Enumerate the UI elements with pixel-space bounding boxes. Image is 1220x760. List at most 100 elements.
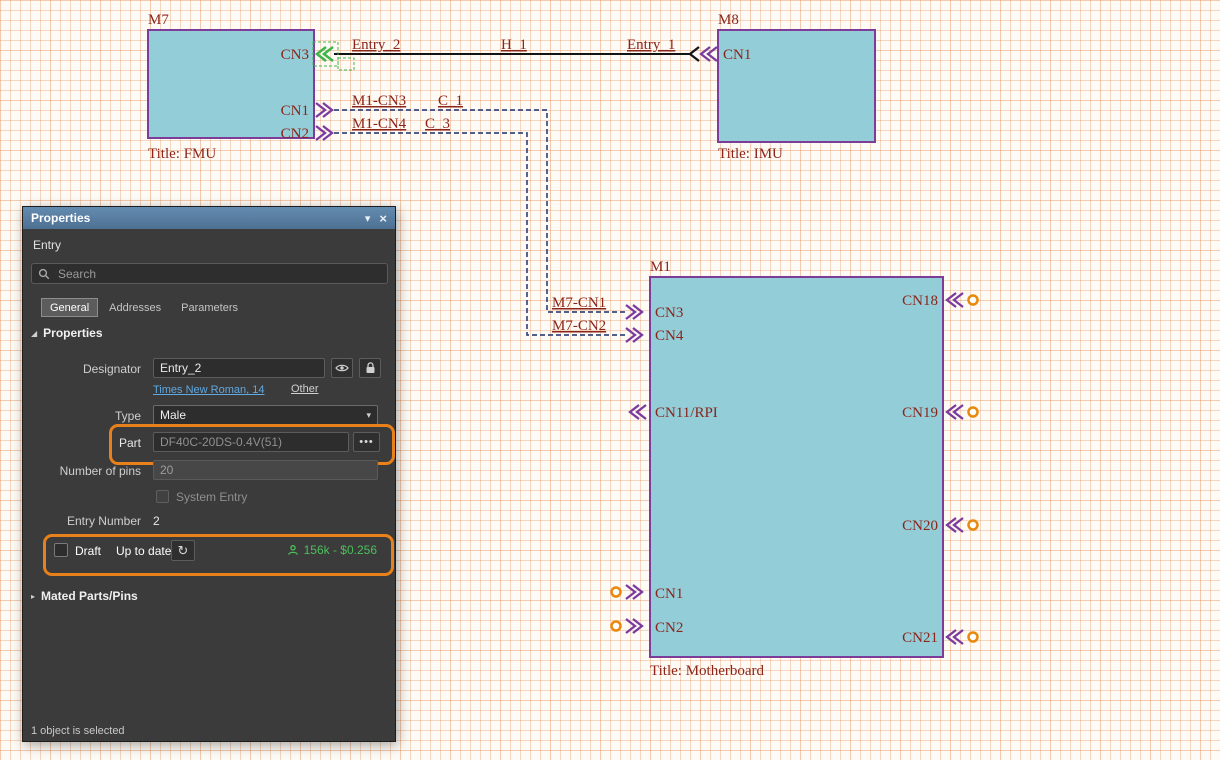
other-font-link[interactable]: Other (291, 383, 319, 395)
designator-label: Designator (23, 362, 141, 376)
m1-cn3-entry-arrow-icon[interactable] (626, 305, 642, 319)
supply-chain-info[interactable]: 156k - $0.256 (261, 543, 377, 557)
panel-close-icon[interactable]: × (379, 211, 387, 226)
block-m8-title[interactable]: Title: IMU (718, 146, 783, 162)
draft-label: Draft (75, 544, 101, 558)
harness-arrowhead-icon (690, 47, 699, 61)
refresh-icon: ↻ (178, 543, 189, 559)
wire-label-m1cn4[interactable]: M1-CN4 (352, 116, 407, 132)
ellipsis-icon: ••• (359, 436, 374, 448)
refresh-button[interactable]: ↻ (171, 540, 195, 561)
m1-cn11-entry-arrow-icon[interactable] (630, 405, 646, 419)
section-mated-parts-header[interactable]: ▸ Mated Parts/Pins (31, 589, 138, 603)
section-mated-parts-label: Mated Parts/Pins (41, 589, 138, 603)
panel-tabs: General Addresses Parameters (41, 298, 247, 317)
wire-label-h1[interactable]: H_1 (501, 37, 527, 53)
m7-pin-cn1-label[interactable]: CN1 (281, 103, 309, 119)
visibility-toggle-button[interactable] (331, 358, 353, 378)
block-m1-motherboard[interactable] (650, 277, 943, 657)
m1-cn18-entry-arrow-icon[interactable] (947, 293, 963, 307)
search-icon (38, 268, 50, 280)
block-m7-designator[interactable]: M7 (148, 12, 169, 28)
type-label: Type (23, 409, 141, 423)
m1-cn21-entry-arrow-icon[interactable] (947, 630, 963, 644)
m8-pin-cn1-label[interactable]: CN1 (723, 47, 751, 63)
tab-parameters[interactable]: Parameters (172, 298, 247, 317)
entry-number-value: 2 (153, 514, 160, 528)
m7-pin-cn2-label[interactable]: CN2 (281, 126, 309, 142)
section-expanded-icon: ◢ (31, 329, 37, 338)
m1-cn4-entry-arrow-icon[interactable] (626, 328, 642, 342)
m1-cn18-open-pin-icon (969, 296, 978, 305)
part-input[interactable] (153, 432, 349, 452)
panel-status-bar: 1 object is selected (31, 725, 125, 737)
m1-pin-cn19-label[interactable]: CN19 (902, 405, 938, 421)
properties-panel-header[interactable]: Properties ▾ × (23, 207, 395, 229)
panel-title: Properties (31, 211, 90, 225)
section-properties-label: Properties (43, 326, 102, 340)
m1-pin-cn20-label[interactable]: CN20 (902, 518, 938, 534)
m1-pin-cn1-label[interactable]: CN1 (655, 586, 683, 602)
m7-cn3-selected-entry-arrow-icon[interactable] (317, 47, 333, 61)
lock-icon (365, 362, 376, 374)
section-properties-header[interactable]: ◢ Properties (31, 326, 103, 340)
m8-cn1-entry-arrow-icon[interactable] (701, 47, 717, 61)
type-value: Male (160, 408, 186, 422)
m1-cn20-open-pin-icon (969, 521, 978, 530)
m1-pin-cn18-label[interactable]: CN18 (902, 293, 938, 309)
m7-pin-cn3-label[interactable]: CN3 (281, 47, 309, 63)
wire-label-m7cn2[interactable]: M7-CN2 (552, 318, 606, 334)
m1-cn19-entry-arrow-icon[interactable] (947, 405, 963, 419)
designator-input[interactable] (153, 358, 325, 378)
up-to-date-label: Up to date (116, 544, 171, 558)
m1-pin-cn3-label[interactable]: CN3 (655, 305, 683, 321)
lock-button[interactable] (359, 358, 381, 378)
wire-label-m7cn1[interactable]: M7-CN1 (552, 295, 606, 311)
m1-cn20-entry-arrow-icon[interactable] (947, 518, 963, 532)
entry-number-label: Entry Number (23, 514, 141, 528)
wire-label-c1[interactable]: C_1 (438, 93, 463, 109)
m1-cn1-open-pin-icon (612, 588, 621, 597)
eye-icon (335, 363, 349, 373)
tab-general[interactable]: General (41, 298, 98, 317)
block-m1-designator[interactable]: M1 (650, 259, 671, 275)
draft-checkbox[interactable] (54, 543, 68, 557)
number-of-pins-label: Number of pins (23, 464, 141, 478)
m1-cn2-entry-arrow-icon[interactable] (626, 619, 642, 633)
selection-box-entry-handle (338, 58, 354, 70)
wire-label-m1cn3[interactable]: M1-CN3 (352, 93, 406, 109)
search-input[interactable] (56, 266, 381, 282)
search-box[interactable] (31, 263, 388, 284)
m7-cn2-entry-arrow-icon[interactable] (316, 126, 332, 140)
supplier-icon (287, 544, 299, 556)
part-browse-button[interactable]: ••• (353, 432, 380, 452)
properties-panel: Properties ▾ × Entry General Addresses P… (22, 206, 396, 742)
supply-price-text: 156k - $0.256 (304, 543, 377, 557)
m1-cn19-open-pin-icon (969, 408, 978, 417)
wire-label-entry2[interactable]: Entry_2 (352, 37, 400, 53)
m1-pin-cn4-label[interactable]: CN4 (655, 328, 684, 344)
block-m7-title[interactable]: Title: FMU (148, 146, 216, 162)
number-of-pins-input (153, 460, 378, 480)
m1-cn2-open-pin-icon (612, 622, 621, 631)
wire-label-entry1[interactable]: Entry_1 (627, 37, 675, 53)
m1-pin-cn21-label[interactable]: CN21 (902, 630, 938, 646)
m1-pin-cn2-label[interactable]: CN2 (655, 620, 683, 636)
font-link[interactable]: Times New Roman, 14 (153, 384, 264, 396)
chevron-down-icon: ▾ (366, 410, 371, 421)
block-m1-title[interactable]: Title: Motherboard (650, 663, 765, 679)
type-dropdown[interactable]: Male ▾ (153, 405, 378, 425)
tab-addresses[interactable]: Addresses (100, 298, 170, 317)
m7-cn1-entry-arrow-icon[interactable] (316, 103, 332, 117)
section-collapsed-icon: ▸ (31, 592, 35, 601)
selected-object-type: Entry (33, 238, 61, 252)
wire-label-c3[interactable]: C_3 (425, 116, 450, 132)
part-label: Part (23, 436, 141, 450)
system-entry-label: System Entry (176, 490, 247, 504)
panel-collapse-icon[interactable]: ▾ (365, 212, 371, 225)
system-entry-checkbox (156, 490, 169, 503)
m1-pin-cn11-label[interactable]: CN11/RPI (655, 405, 718, 421)
block-m8-designator[interactable]: M8 (718, 12, 739, 28)
m1-cn21-open-pin-icon (969, 633, 978, 642)
m1-cn1-entry-arrow-icon[interactable] (626, 585, 642, 599)
